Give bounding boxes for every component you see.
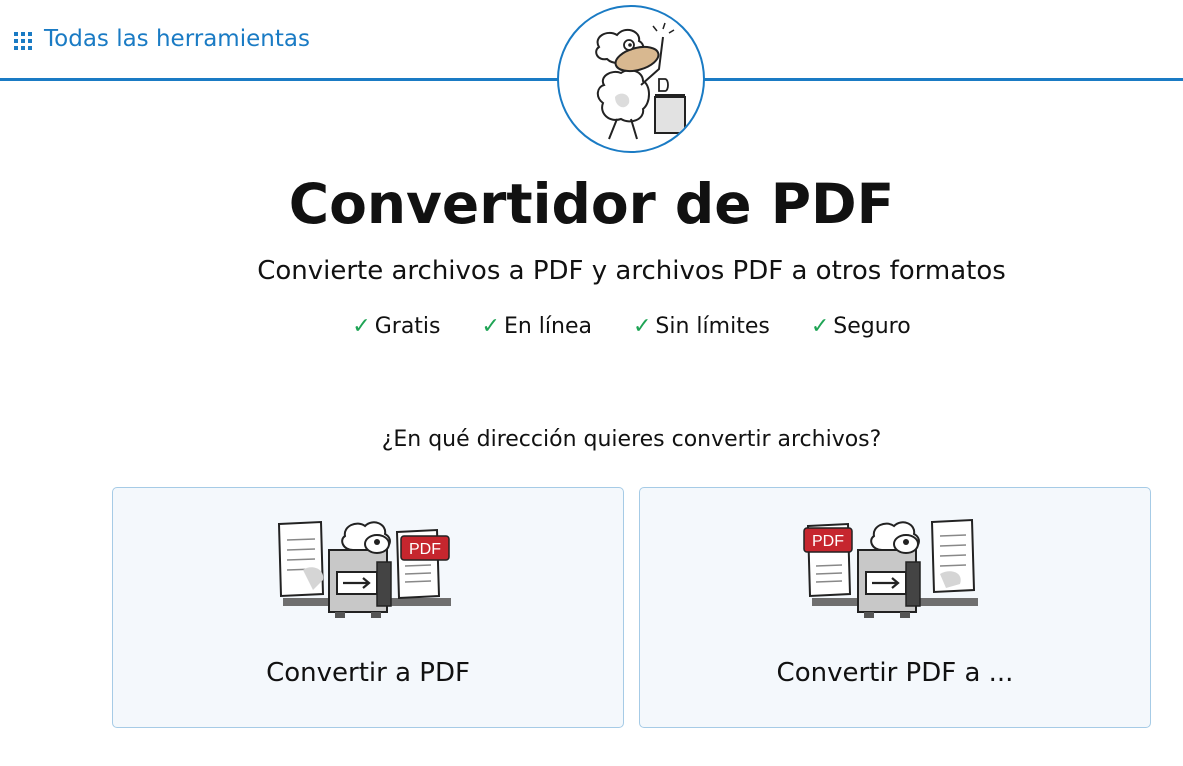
- convert-to-pdf-icon: PDF: [277, 520, 451, 618]
- feature-list: ✓ Gratis ✓ En línea ✓ Sin límites ✓ Seguro: [0, 314, 1183, 339]
- direction-question: ¿En qué dirección quieres convertir arch…: [381, 427, 882, 452]
- pdf-badge: PDF: [812, 533, 844, 550]
- feature-online: ✓ En línea: [481, 314, 592, 339]
- feature-free: ✓ Gratis: [352, 314, 441, 339]
- pdf-badge: PDF: [409, 541, 441, 558]
- convert-from-pdf-card[interactable]: PDF Convertir PDF a ...: [639, 487, 1151, 728]
- feature-unlimited: ✓ Sin límites: [632, 314, 770, 339]
- check-icon: ✓: [632, 314, 652, 339]
- convert-from-pdf-label: Convertir PDF a ...: [776, 658, 1014, 688]
- check-icon: ✓: [481, 314, 500, 339]
- convert-from-pdf-icon: PDF: [803, 518, 978, 618]
- page-title: Convertidor de PDF: [288, 172, 895, 236]
- all-tools-label: Todas las herramientas: [44, 26, 310, 52]
- all-tools-link[interactable]: Todas las herramientas: [14, 26, 310, 52]
- grid-icon: [14, 30, 32, 50]
- feature-secure: ✓ Seguro: [810, 314, 911, 339]
- mascot-logo[interactable]: [557, 5, 705, 153]
- convert-to-pdf-label: Convertir a PDF: [266, 658, 470, 688]
- check-icon: ✓: [810, 314, 830, 339]
- convert-to-pdf-card[interactable]: PDF Convertir a PDF: [112, 487, 624, 728]
- check-icon: ✓: [352, 314, 371, 339]
- page-subtitle: Convierte archivos a PDF y archivos PDF …: [257, 256, 1006, 286]
